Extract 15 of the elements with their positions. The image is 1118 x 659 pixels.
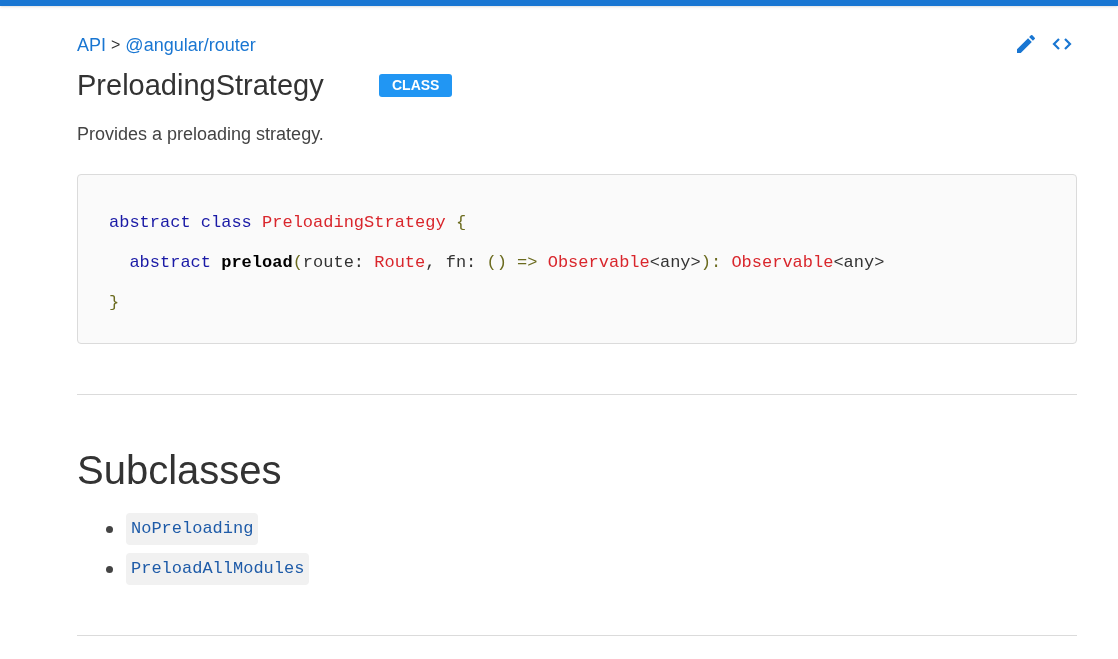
code-line: abstract class PreloadingStrategy { bbox=[109, 212, 467, 234]
edit-icon[interactable] bbox=[1014, 32, 1038, 56]
subclass-link[interactable]: PreloadAllModules bbox=[126, 553, 310, 585]
class-badge: CLASS bbox=[379, 73, 453, 97]
description: Provides a preloading strategy. bbox=[77, 123, 325, 146]
breadcrumb-separator: > bbox=[111, 35, 121, 55]
subclass-link[interactable]: NoPreloading bbox=[126, 513, 259, 545]
breadcrumb-link[interactable]: @angular/router bbox=[125, 33, 256, 57]
bullet-icon bbox=[106, 525, 113, 533]
code-line: } bbox=[109, 292, 120, 314]
section-heading: Subclasses bbox=[77, 447, 282, 494]
page-title: PreloadingStrategy bbox=[77, 68, 325, 103]
breadcrumb-link[interactable]: API bbox=[77, 33, 106, 57]
code-line: abstract preload(route: Route, fn: () => Observable<any>): Observable<any> bbox=[128, 252, 885, 274]
bullet-icon bbox=[106, 565, 113, 573]
